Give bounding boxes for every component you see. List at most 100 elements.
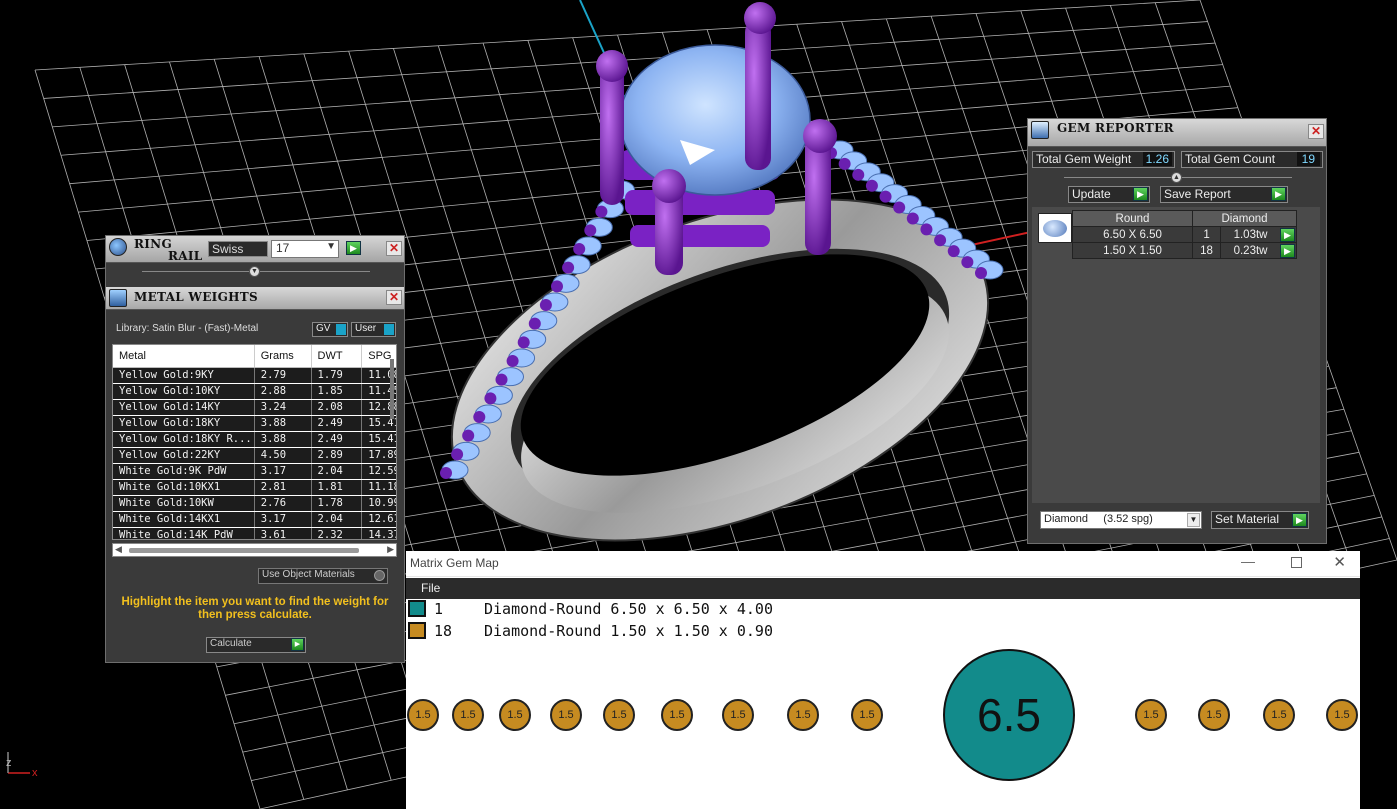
play-icon: ▶ [1271, 187, 1286, 201]
metal-weights-close-button[interactable]: ✕ [386, 290, 402, 305]
col-dwt[interactable]: DWT [311, 345, 363, 368]
table-row[interactable]: White Gold:10KX1 2.81 1.81 11.18 [113, 479, 396, 496]
sizing-system-field[interactable]: Swiss [208, 241, 268, 257]
gv-toggle[interactable]: GV [312, 322, 348, 337]
center-gem-marker[interactable]: 6.5 [943, 649, 1075, 781]
table-cell: 3.61 [254, 527, 312, 539]
table-cell: Yellow Gold:18KY [113, 415, 255, 432]
legend-count: 1 [434, 600, 444, 618]
table-row[interactable]: Yellow Gold:18KY R... 3.88 2.49 15.41 [113, 431, 396, 448]
col-metal[interactable]: Metal [113, 345, 255, 368]
small-gem-marker[interactable]: 1.5 [722, 699, 754, 731]
table-cell: 3.24 [254, 399, 312, 416]
ring-rail-icon [109, 238, 127, 256]
ring-size-select[interactable]: 17 ▼ [271, 240, 339, 258]
gem-reporter-close-button[interactable]: ✕ [1308, 124, 1324, 139]
gem-report-row[interactable]: 1.50 X 1.50 18 0.23tw ▶ [1072, 242, 1297, 259]
table-row[interactable]: Yellow Gold:18KY 3.88 2.49 15.41 [113, 415, 396, 432]
table-cell: 2.49 [311, 431, 363, 448]
set-material-label: Set Material [1215, 512, 1280, 526]
collapse-toggle-icon[interactable]: ▼ [249, 266, 260, 277]
use-object-materials-toggle[interactable]: Use Object Materials [258, 568, 388, 584]
play-icon: ▶ [1133, 187, 1148, 201]
metal-weights-title: METAL WEIGHTS [134, 290, 258, 304]
gem-collapse-toggle-icon[interactable]: ▲ [1171, 172, 1182, 183]
maximize-icon[interactable] [1291, 557, 1302, 568]
table-row[interactable]: White Gold:9K PdW 3.17 2.04 12.59 [113, 463, 396, 480]
close-icon[interactable]: ✕ [1333, 553, 1346, 571]
small-gem-marker[interactable]: 1.5 [1198, 699, 1230, 731]
total-gem-count-field: Total Gem Count 19 [1181, 151, 1323, 168]
table-row[interactable]: Yellow Gold:9KY 2.79 1.79 11.08 [113, 367, 396, 384]
metal-weights-titlebar: METAL WEIGHTS ✕ [106, 287, 404, 310]
metal-weights-hint: Highlight the item you want to find the … [121, 596, 389, 621]
minimize-icon[interactable]: — [1241, 553, 1255, 569]
table-cell: 2.49 [311, 415, 363, 432]
small-gem-marker[interactable]: 1.5 [1135, 699, 1167, 731]
gem-count-cell: 1 [1191, 226, 1222, 243]
play-icon: ▶ [1292, 513, 1307, 527]
scroll-right-icon[interactable]: ▶ [387, 544, 394, 555]
table-cell: 14.37 [361, 527, 396, 539]
matrix-gem-map-window: Matrix Gem Map — ✕ File 1 Diamond-Round 6… [406, 551, 1360, 809]
table-row[interactable]: White Gold:14KX1 3.17 2.04 12.61 [113, 511, 396, 528]
table-row[interactable]: Yellow Gold:14KY 3.24 2.08 12.88 [113, 399, 396, 416]
table-row[interactable]: Yellow Gold:22KY 4.50 2.89 17.89 [113, 447, 396, 464]
small-gem-marker[interactable]: 1.5 [661, 699, 693, 731]
table-cell: White Gold:10KW [113, 495, 255, 512]
ring-rail-apply-button[interactable]: ▶ [346, 241, 361, 255]
table-cell: 12.61 [361, 511, 396, 528]
use-object-materials-label: Use Object Materials [262, 569, 355, 580]
update-button[interactable]: Update ▶ [1068, 186, 1150, 203]
small-gem-marker[interactable]: 1.5 [550, 699, 582, 731]
row-action-button[interactable]: ▶ [1280, 244, 1295, 258]
ring-rail-close-button[interactable]: ✕ [386, 241, 402, 256]
gem-report-table[interactable]: Round Diamond 6.50 X 6.50 1 1.03tw ▶ 1.50 X … [1072, 210, 1297, 259]
table-cell: Yellow Gold:14KY [113, 399, 255, 416]
calculate-button[interactable]: Calculate ▶ [206, 637, 306, 653]
horizontal-scrollbar[interactable]: ◀ ▶ [112, 543, 397, 557]
table-row[interactable]: Yellow Gold:10KY 2.88 1.85 11.45 [113, 383, 396, 400]
table-row[interactable]: White Gold:14K PdW 3.61 2.32 14.37 [113, 527, 396, 539]
gem-reporter-icon [1031, 121, 1049, 139]
metal-weights-header-row: Metal Grams DWT SPG [113, 345, 396, 368]
vertical-scrollbar[interactable] [390, 359, 394, 419]
set-material-button[interactable]: Set Material ▶ [1211, 511, 1309, 529]
table-cell: 15.41 [361, 431, 396, 448]
table-row[interactable]: White Gold:10KW 2.76 1.78 10.99 [113, 495, 396, 512]
small-gem-marker[interactable]: 1.5 [1263, 699, 1295, 731]
gem-weight-cell: 0.23tw ▶ [1220, 242, 1297, 259]
gem-map-title: Matrix Gem Map [410, 556, 499, 570]
total-gem-weight-label: Total Gem Weight [1036, 152, 1132, 166]
small-gem-marker[interactable]: 1.5 [499, 699, 531, 731]
gem-reporter-title: GEM REPORTER [1057, 121, 1174, 135]
col-diamond: Diamond [1192, 210, 1297, 227]
gem-map-titlebar: Matrix Gem Map — ✕ [406, 551, 1360, 577]
table-cell: 1.85 [311, 383, 363, 400]
menu-file[interactable]: File [421, 581, 440, 595]
small-gem-marker[interactable]: 1.5 [603, 699, 635, 731]
center-stone [619, 44, 811, 196]
gem-report-row[interactable]: 6.50 X 6.50 1 1.03tw ▶ [1072, 226, 1297, 243]
small-gem-marker[interactable]: 1.5 [851, 699, 883, 731]
gem-size-cell: 6.50 X 6.50 [1072, 226, 1193, 243]
table-cell: 12.59 [361, 463, 396, 480]
row-action-button[interactable]: ▶ [1280, 228, 1295, 242]
small-gem-marker[interactable]: 1.5 [787, 699, 819, 731]
small-gem-marker[interactable]: 1.5 [1326, 699, 1358, 731]
matrix-workspace: x z RING RAIL Swiss 17 ▼ ▶ ✕ ▼ METAL WEIG… [0, 0, 1397, 809]
metal-weights-table[interactable]: Metal Grams DWT SPG Yellow Gold:9KY 2.79 1.79… [112, 344, 397, 540]
user-toggle[interactable]: User [351, 322, 396, 337]
material-select[interactable]: Diamond (3.52 spg) ▼ [1040, 511, 1202, 529]
scroll-left-icon[interactable]: ◀ [115, 544, 122, 555]
small-gem-marker[interactable]: 1.5 [452, 699, 484, 731]
material-select-value: Diamond (3.52 spg) [1044, 513, 1153, 525]
legend-description: Diamond-Round 6.50 x 6.50 x 4.00 [484, 600, 773, 618]
save-report-button[interactable]: Save Report ▶ [1160, 186, 1288, 203]
ring-rail-metal-weights-panel: RING RAIL Swiss 17 ▼ ▶ ✕ ▼ METAL WEIGHTS … [105, 235, 405, 663]
ring-model[interactable] [406, 2, 1035, 607]
scroll-thumb[interactable] [129, 548, 359, 553]
table-cell: 2.32 [311, 527, 363, 539]
col-grams[interactable]: Grams [254, 345, 312, 368]
small-gem-marker[interactable]: 1.5 [407, 699, 439, 731]
